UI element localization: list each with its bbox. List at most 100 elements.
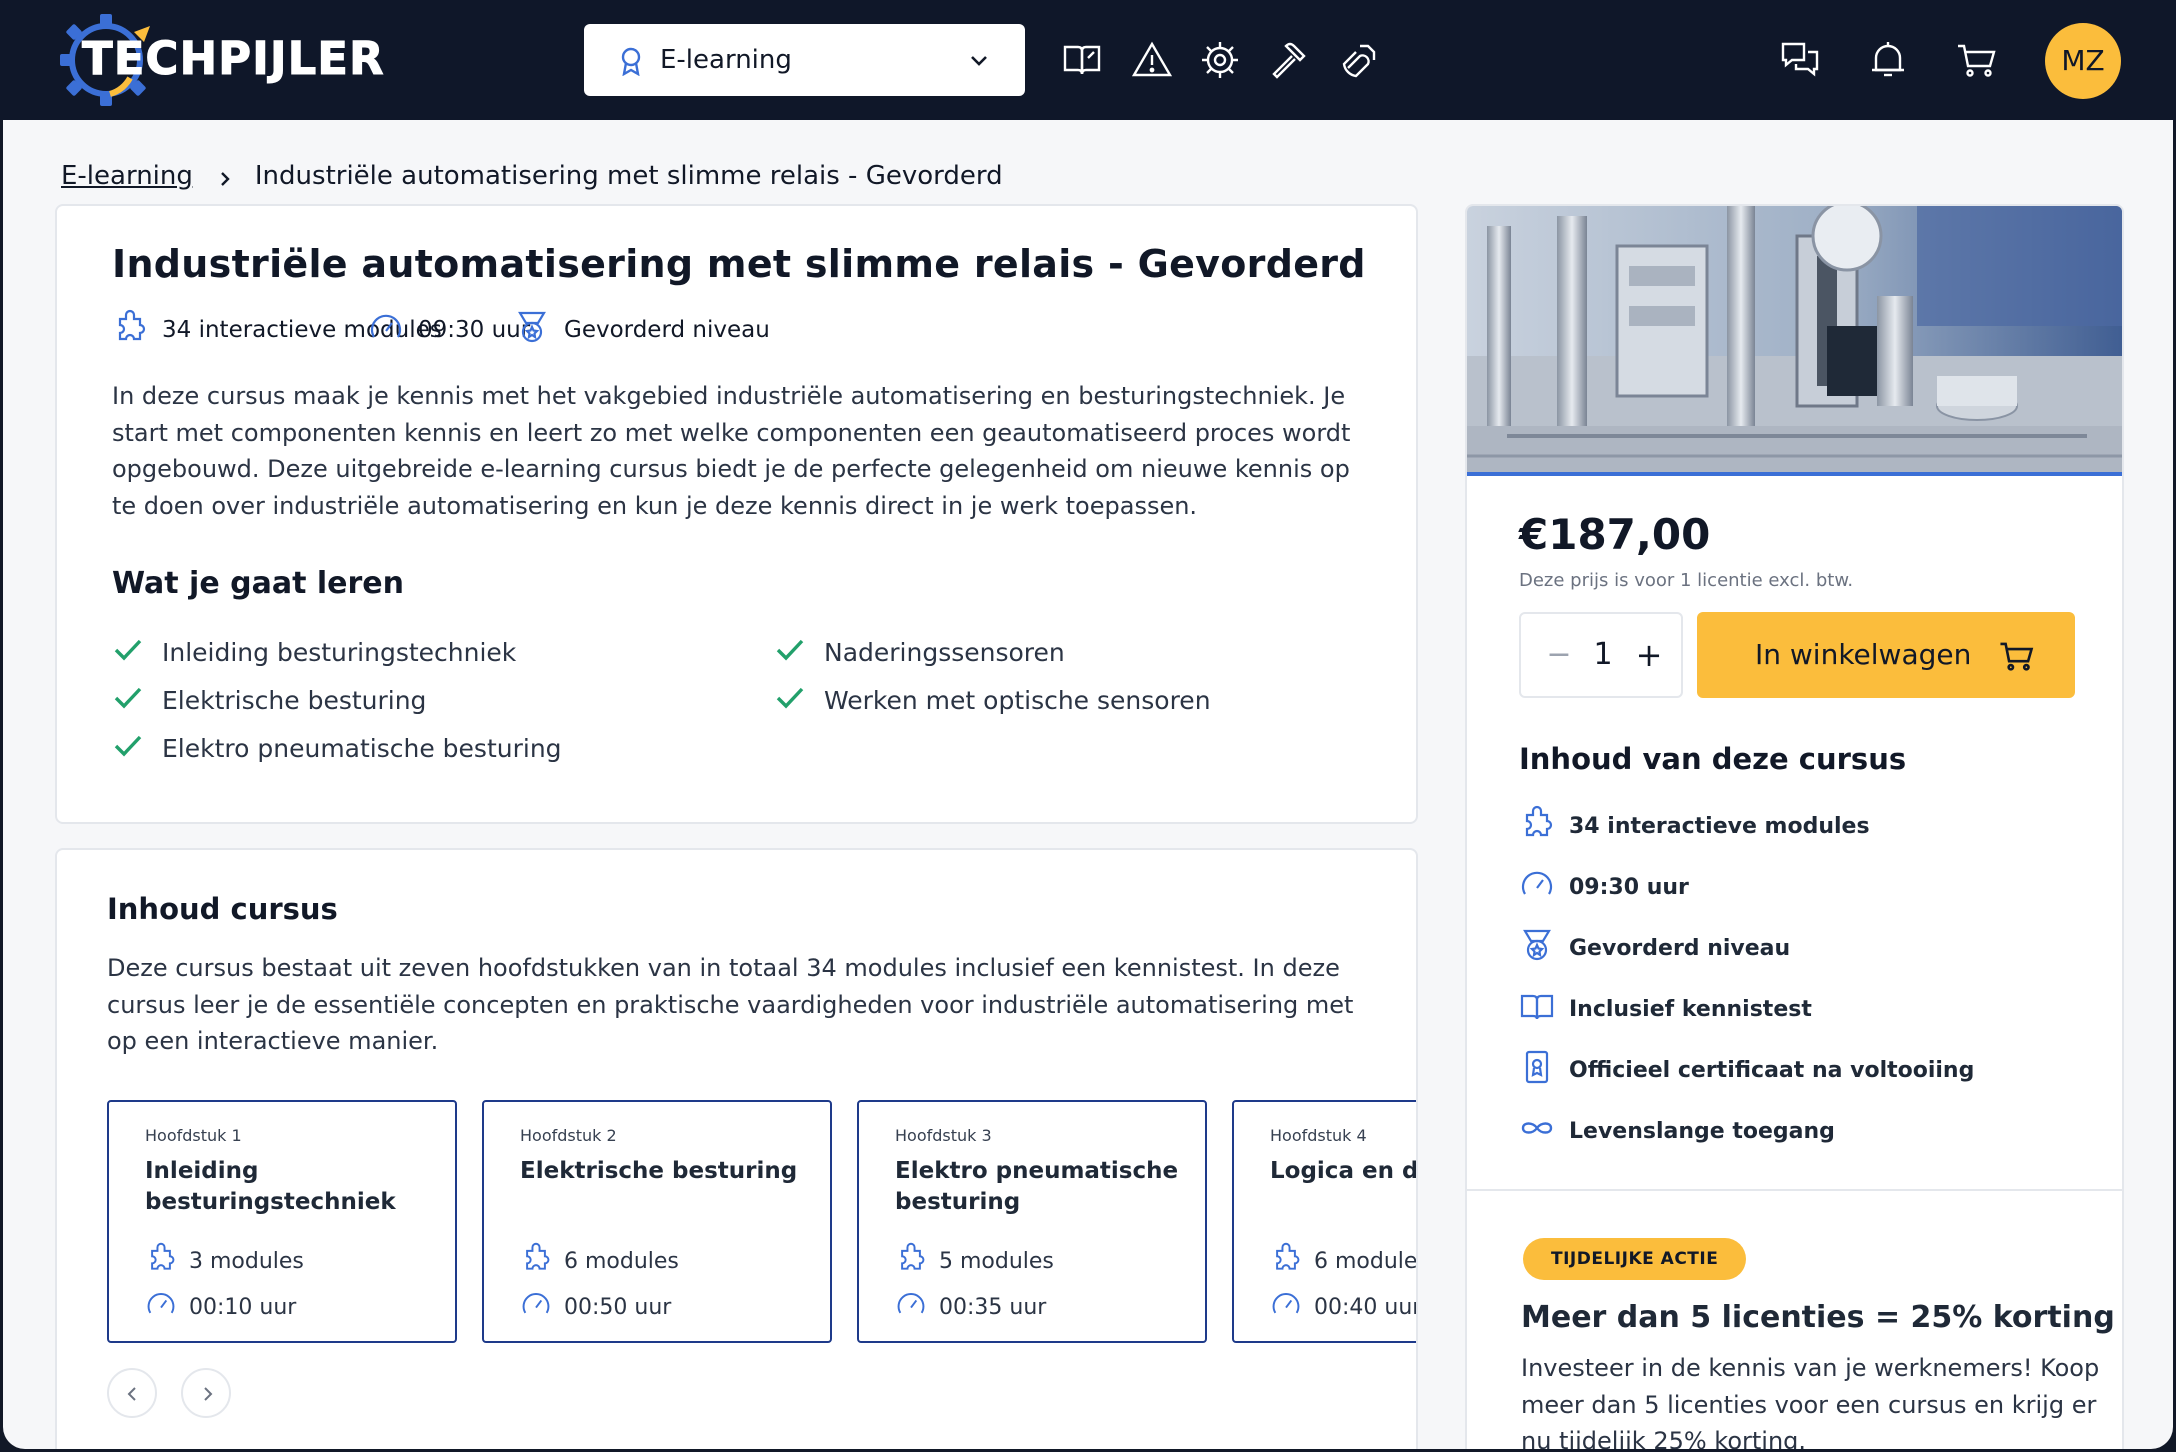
speedometer-icon [520,1288,564,1326]
promo-title: Meer dan 5 licenties = 25% korting [1521,1300,2115,1335]
certificate-icon [1519,1049,1569,1091]
carousel-prev-button[interactable] [107,1368,157,1418]
chapter-title: Inleiding besturingstechniek [145,1158,396,1215]
sidebar-item: 09:30 uur [1519,867,1689,907]
learn-heading: Wat je gaat leren [112,566,405,601]
checkmark-icon [112,633,162,671]
breadcrumb: E-learning Industriële automatisering me… [61,156,1003,196]
chapter-modules: 5 modules [895,1242,1054,1280]
sidebar-item: Inclusief kennistest [1519,989,1812,1029]
cart-icon[interactable] [1954,38,1998,82]
gear-icon[interactable] [1198,38,1242,82]
chapter-modules-label: 6 modules [1314,1248,1418,1274]
puzzle-icon [1519,805,1569,847]
learn-item: Naderingssensoren [774,632,1065,672]
puzzle-icon [145,1242,189,1280]
sidebar-item: Levenslange toegang [1519,1111,1835,1151]
course-contents-card: Inhoud cursus Deze cursus bestaat uit ze… [55,848,1418,1449]
logo-text: TECHPIJLER [82,32,385,86]
chapter-duration: 00:50 uur [520,1288,671,1326]
magnet-icon[interactable] [1338,38,1382,82]
learn-item: Inleiding besturingstechniek [112,632,516,672]
chapter-duration: 00:10 uur [145,1288,296,1326]
open-book-icon [1519,988,1569,1030]
checkmark-icon [774,681,824,719]
speedometer-icon [368,309,418,351]
meta-level: Gevorderd niveau [514,310,770,350]
quantity-value[interactable]: 1 [1581,614,1625,696]
purchase-sidebar: €187,00 Deze prijs is voor 1 licentie ex… [1465,204,2124,1449]
chapter-number: Hoofdstuk 3 [895,1126,992,1145]
learn-item-label: Inleiding besturingstechniek [162,637,517,667]
hammer-icon[interactable] [1268,38,1312,82]
book-icon[interactable] [1060,38,1104,82]
learn-item-label: Werken met optische sensoren [824,685,1211,715]
sidebar-item-label: Inclusief kennistest [1569,996,1812,1022]
quantity-increase-button[interactable]: + [1631,614,1667,696]
bell-icon[interactable] [1866,38,1910,82]
sidebar-item: Gevorderd niveau [1519,928,1790,968]
chapter-number: Hoofdstuk 4 [1270,1126,1367,1145]
sidebar-item-label: 09:30 uur [1569,874,1689,900]
breadcrumb-link-elearning[interactable]: E-learning [61,161,193,191]
chapter-modules: 6 modules [1270,1242,1418,1280]
speedometer-icon [1270,1288,1314,1326]
sidebar-item-label: Gevorderd niveau [1569,935,1791,961]
contents-heading: Inhoud cursus [107,892,338,926]
meta-level-label: Gevorderd niveau [564,317,770,343]
user-avatar[interactable]: MZ [2045,23,2121,99]
chapter-number: Hoofdstuk 2 [520,1126,617,1145]
course-title: Industriële automatisering met slimme re… [112,242,1366,286]
chapter-card[interactable]: Hoofdstuk 3 Elektro pneumatische besturi… [857,1100,1207,1343]
carousel-next-button[interactable] [181,1368,231,1418]
sidebar-item-label: Levenslange toegang [1569,1118,1835,1144]
chapter-modules-label: 5 modules [939,1248,1054,1274]
quantity-stepper: − 1 + [1519,612,1683,698]
puzzle-icon [112,309,162,351]
chapter-card[interactable]: Hoofdstuk 4 Logica en diag 6 modules 00:… [1232,1100,1418,1343]
breadcrumb-current: Industriële automatisering met slimme re… [254,161,1003,191]
add-to-cart-button[interactable]: In winkelwagen [1697,612,2075,698]
chapter-duration-label: 00:10 uur [189,1294,297,1320]
checkmark-icon [774,633,824,671]
sidebar-item-label: 34 interactieve modules [1569,813,1870,839]
medal-icon [514,309,564,351]
chapter-duration-label: 00:35 uur [939,1294,1047,1320]
page-content: E-learning Industriële automatisering me… [3,120,2173,1449]
puzzle-icon [520,1242,564,1280]
puzzle-icon [1270,1242,1314,1280]
chat-icon[interactable] [1778,38,1822,82]
top-navigation-bar: TECHPIJLER E-learning MZ [0,0,2176,120]
learn-item: Elektrische besturing [112,680,426,720]
infinity-icon [1519,1110,1569,1152]
category-select-value: E-learning [660,45,792,75]
sidebar-divider [1467,1189,2122,1191]
techpijler-logo[interactable]: TECHPIJLER [52,8,392,112]
speedometer-icon [895,1288,939,1326]
promo-badge: TIJDELIJKE ACTIE [1523,1238,1747,1280]
promo-text: Investeer in de kennis van je werknemers… [1521,1354,2100,1449]
chapter-title: Logica en diag [1270,1158,1418,1184]
quantity-decrease-button[interactable]: − [1541,614,1577,696]
learn-item-label: Naderingssensoren [824,637,1065,667]
puzzle-icon [895,1242,939,1280]
chapter-duration: 00:35 uur [895,1288,1046,1326]
checkmark-icon [112,729,162,767]
chapter-card[interactable]: Hoofdstuk 2 Elektrische besturing 6 modu… [482,1100,832,1343]
award-ribbon-icon [618,46,644,80]
price-note: Deze prijs is voor 1 licentie excl. btw. [1519,570,1854,591]
speedometer-icon [145,1288,189,1326]
speedometer-icon [1519,866,1569,908]
meta-duration: 09:30 uur [368,310,530,350]
chapter-modules: 6 modules [520,1242,679,1280]
category-select[interactable]: E-learning [584,24,1025,96]
chapter-number: Hoofdstuk 1 [145,1126,242,1145]
chapter-duration: 00:40 uur [1270,1288,1416,1326]
chapter-modules-label: 3 modules [189,1248,304,1274]
medal-icon [1519,927,1569,969]
warning-icon[interactable] [1130,38,1174,82]
chapter-card[interactable]: Hoofdstuk 1 Inleiding besturingstechniek… [107,1100,457,1343]
chevron-down-icon [967,48,991,76]
sidebar-item-label: Officieel certificaat na voltooiing [1569,1057,1975,1083]
chevron-right-icon [215,166,235,186]
